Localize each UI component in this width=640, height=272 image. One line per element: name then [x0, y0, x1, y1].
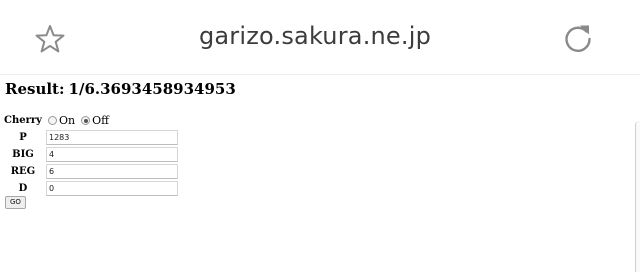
- cherry-row: Cherry On Off: [4, 112, 178, 129]
- big-row: BIG 4: [4, 146, 178, 163]
- calculator-form: Cherry On Off P 1283 BIG 4 REG 6 D 0: [4, 112, 178, 197]
- reg-input[interactable]: 6: [46, 164, 178, 179]
- cherry-on-radio[interactable]: [48, 116, 57, 125]
- reload-icon[interactable]: [561, 22, 595, 56]
- cherry-radio-group: On Off: [46, 114, 178, 127]
- p-input[interactable]: 1283: [46, 130, 178, 145]
- d-input[interactable]: 0: [46, 181, 178, 196]
- result-label: Result:: [5, 80, 65, 98]
- browser-toolbar: garizo.sakura.ne.jp: [0, 0, 640, 75]
- url-display[interactable]: garizo.sakura.ne.jp: [0, 22, 630, 50]
- big-input[interactable]: 4: [46, 147, 178, 162]
- result-heading: Result: 1/6.3693458934953: [5, 80, 236, 98]
- d-row: D 0: [4, 180, 178, 197]
- result-value: 1/6.3693458934953: [68, 80, 236, 98]
- d-label: D: [18, 183, 28, 194]
- cherry-on-label[interactable]: On: [59, 114, 75, 127]
- cherry-off-radio[interactable]: [81, 116, 91, 125]
- reg-label: REG: [10, 166, 36, 177]
- scrollbar-edge[interactable]: [635, 121, 640, 272]
- p-label: P: [19, 132, 27, 143]
- cherry-off-label[interactable]: Off: [92, 114, 109, 127]
- reg-row: REG 6: [4, 163, 178, 180]
- cherry-label: Cherry: [4, 115, 42, 126]
- go-button[interactable]: GO: [5, 196, 26, 209]
- page-content: Result: 1/6.3693458934953 Cherry On Off P…: [0, 75, 640, 272]
- p-row: P 1283: [4, 129, 178, 146]
- big-label: BIG: [12, 149, 34, 160]
